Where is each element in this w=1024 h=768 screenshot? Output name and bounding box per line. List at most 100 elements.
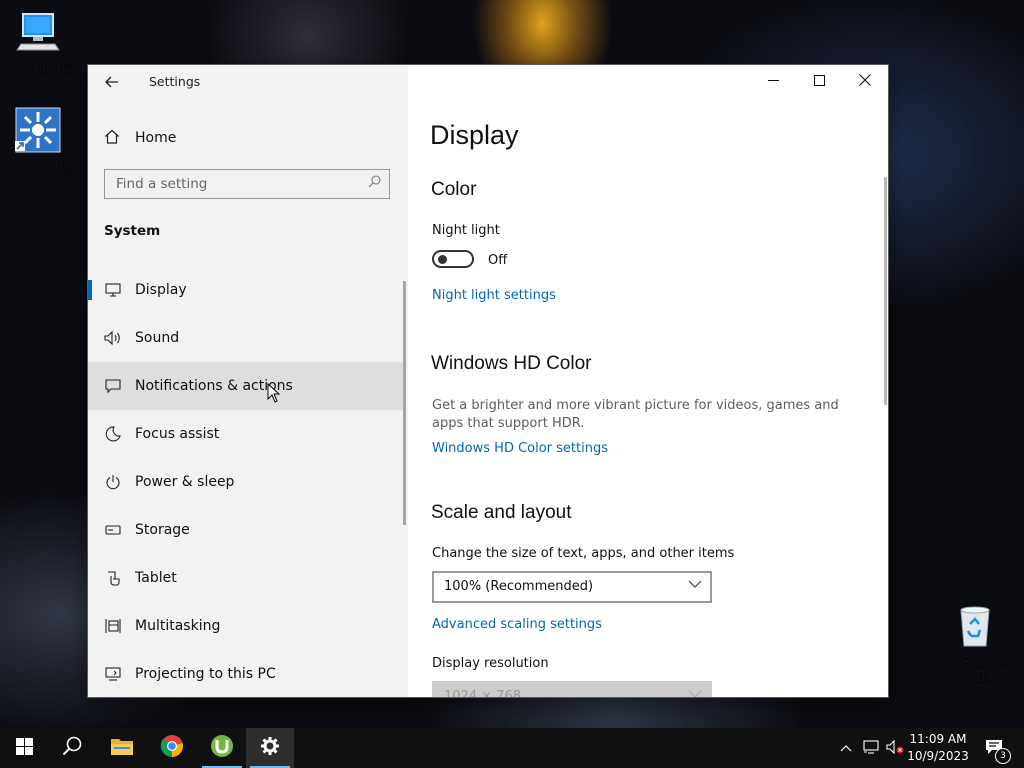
page-title: Display xyxy=(430,120,519,150)
volume-tray-button[interactable] xyxy=(884,728,906,768)
minimize-button[interactable] xyxy=(750,65,796,97)
settings-sidebar: Settings Home Find a setting System Disp… xyxy=(88,65,408,697)
clock-time: 11:09 AM xyxy=(909,732,967,746)
show-hidden-icons-button[interactable] xyxy=(836,728,856,768)
display-settings-pane: Display Color Night light Off Night ligh… xyxy=(408,65,888,697)
clock-date: 10/9/2023 xyxy=(907,749,969,763)
night-light-state: Off xyxy=(488,253,508,268)
nav-item-sound[interactable]: Sound xyxy=(88,314,404,362)
nav-item-focus-assist[interactable]: Focus assist xyxy=(88,410,404,458)
nav-item-label: Storage xyxy=(135,522,190,538)
gear-icon xyxy=(260,736,280,760)
hd-color-settings-link[interactable]: Windows HD Color settings xyxy=(432,441,608,456)
nav-item-storage[interactable]: Storage xyxy=(88,506,404,554)
start-button[interactable] xyxy=(0,728,48,768)
nav-item-power-sleep[interactable]: Power & sleep xyxy=(88,458,404,506)
resolution-dropdown[interactable]: 1024 × 768 xyxy=(432,681,712,697)
nav-item-notifications[interactable]: Notifications & actions xyxy=(88,362,404,410)
desktop-icon-label: Spydon xyxy=(26,160,75,175)
nav-item-label: Focus assist xyxy=(135,426,220,442)
section-heading-system: System xyxy=(104,223,161,239)
content-scrollbar[interactable] xyxy=(884,177,887,405)
power-icon xyxy=(103,474,123,490)
taskbar-chrome[interactable] xyxy=(148,728,196,768)
find-setting-input[interactable]: Find a setting xyxy=(104,169,390,199)
taskbar-settings[interactable] xyxy=(246,728,294,768)
nav-item-display[interactable]: Display xyxy=(88,266,404,314)
chevron-down-icon xyxy=(688,577,702,595)
close-button[interactable] xyxy=(842,65,888,97)
nav-item-label: Tablet xyxy=(135,570,177,586)
recycle-bin-icon xyxy=(953,602,997,651)
nav-item-multitasking[interactable]: Multitasking xyxy=(88,602,404,650)
taskbar-file-explorer[interactable] xyxy=(98,728,146,768)
tablet-icon xyxy=(103,570,123,586)
desktop-icon-this-pc[interactable]: This PC xyxy=(2,10,74,76)
desktop-icon-label: Recycle Bin xyxy=(962,655,1013,685)
computer-icon xyxy=(2,10,74,57)
notification-icon xyxy=(103,378,123,394)
network-tray-button[interactable] xyxy=(860,728,882,768)
utorrent-icon xyxy=(210,734,234,762)
action-center-button[interactable]: 3 xyxy=(978,728,1011,768)
chrome-icon xyxy=(160,734,184,762)
folder-icon xyxy=(110,736,134,760)
chevron-down-icon xyxy=(688,687,702,697)
back-arrow-icon xyxy=(105,73,119,93)
sidebar-scrollbar[interactable] xyxy=(403,281,406,525)
desktop-icon-label: This PC xyxy=(26,61,74,76)
maximize-icon xyxy=(813,72,825,90)
taskbar-search-button[interactable] xyxy=(48,728,96,768)
nav-item-label: Display xyxy=(135,282,187,298)
multitasking-icon xyxy=(103,618,123,634)
close-icon xyxy=(859,72,871,90)
search-placeholder: Find a setting xyxy=(116,176,208,192)
projecting-icon xyxy=(103,667,123,681)
night-light-settings-link[interactable]: Night light settings xyxy=(432,288,556,303)
nav-item-label: Power & sleep xyxy=(135,474,235,490)
notification-count-badge: 3 xyxy=(995,747,1011,764)
action-center-icon: 3 xyxy=(985,739,1011,764)
toggle-knob xyxy=(438,255,447,264)
search-icon xyxy=(368,175,381,192)
system-nav-list: Display Sound Notifications & actions Fo… xyxy=(88,266,404,697)
night-light-toggle[interactable] xyxy=(432,250,474,268)
window-titlebar[interactable]: Settings xyxy=(88,65,408,99)
window-title: Settings xyxy=(149,74,201,89)
taskbar-clock[interactable]: 11:09 AM 10/9/2023 xyxy=(906,731,970,765)
hd-color-description: Get a brighter and more vibrant picture … xyxy=(432,398,839,431)
display-resolution-label: Display resolution xyxy=(432,656,549,671)
nav-item-label: Multitasking xyxy=(135,618,221,634)
color-heading: Color xyxy=(431,179,477,200)
maximize-button[interactable] xyxy=(796,65,842,97)
settings-window: Settings Home Find a setting System Disp… xyxy=(88,65,888,697)
nav-item-label: Projecting to this PC xyxy=(135,666,276,682)
change-size-label: Change the size of text, apps, and other… xyxy=(432,546,735,561)
nav-item-projecting[interactable]: Projecting to this PC xyxy=(88,650,404,697)
desktop-icon-spydon[interactable]: Spydon xyxy=(2,107,75,175)
advanced-scaling-link[interactable]: Advanced scaling settings xyxy=(432,617,602,632)
minimize-icon xyxy=(767,72,779,90)
nav-item-label: Sound xyxy=(135,330,180,346)
chevron-up-icon xyxy=(840,741,852,755)
back-button[interactable] xyxy=(96,69,128,97)
desktop-icon-recycle-bin[interactable]: Recycle Bin xyxy=(938,602,1012,685)
mouse-cursor-icon xyxy=(267,382,281,407)
scale-layout-heading: Scale and layout xyxy=(431,502,572,523)
windows-logo-icon xyxy=(15,737,33,759)
moon-icon xyxy=(103,426,123,442)
home-icon xyxy=(104,129,124,148)
spydon-app-icon xyxy=(2,107,74,156)
network-icon xyxy=(863,739,879,757)
home-nav-item[interactable]: Home xyxy=(88,121,408,155)
night-light-label: Night light xyxy=(432,223,500,238)
volume-muted-icon xyxy=(886,739,904,757)
resolution-value: 1024 × 768 xyxy=(444,689,522,697)
scale-dropdown[interactable]: 100% (Recommended) xyxy=(432,571,712,603)
scale-value: 100% (Recommended) xyxy=(444,579,594,594)
taskbar-utorrent[interactable] xyxy=(198,728,246,768)
speaker-icon xyxy=(103,331,123,345)
search-icon xyxy=(62,736,82,760)
nav-item-tablet[interactable]: Tablet xyxy=(88,554,404,602)
storage-icon xyxy=(103,525,123,535)
